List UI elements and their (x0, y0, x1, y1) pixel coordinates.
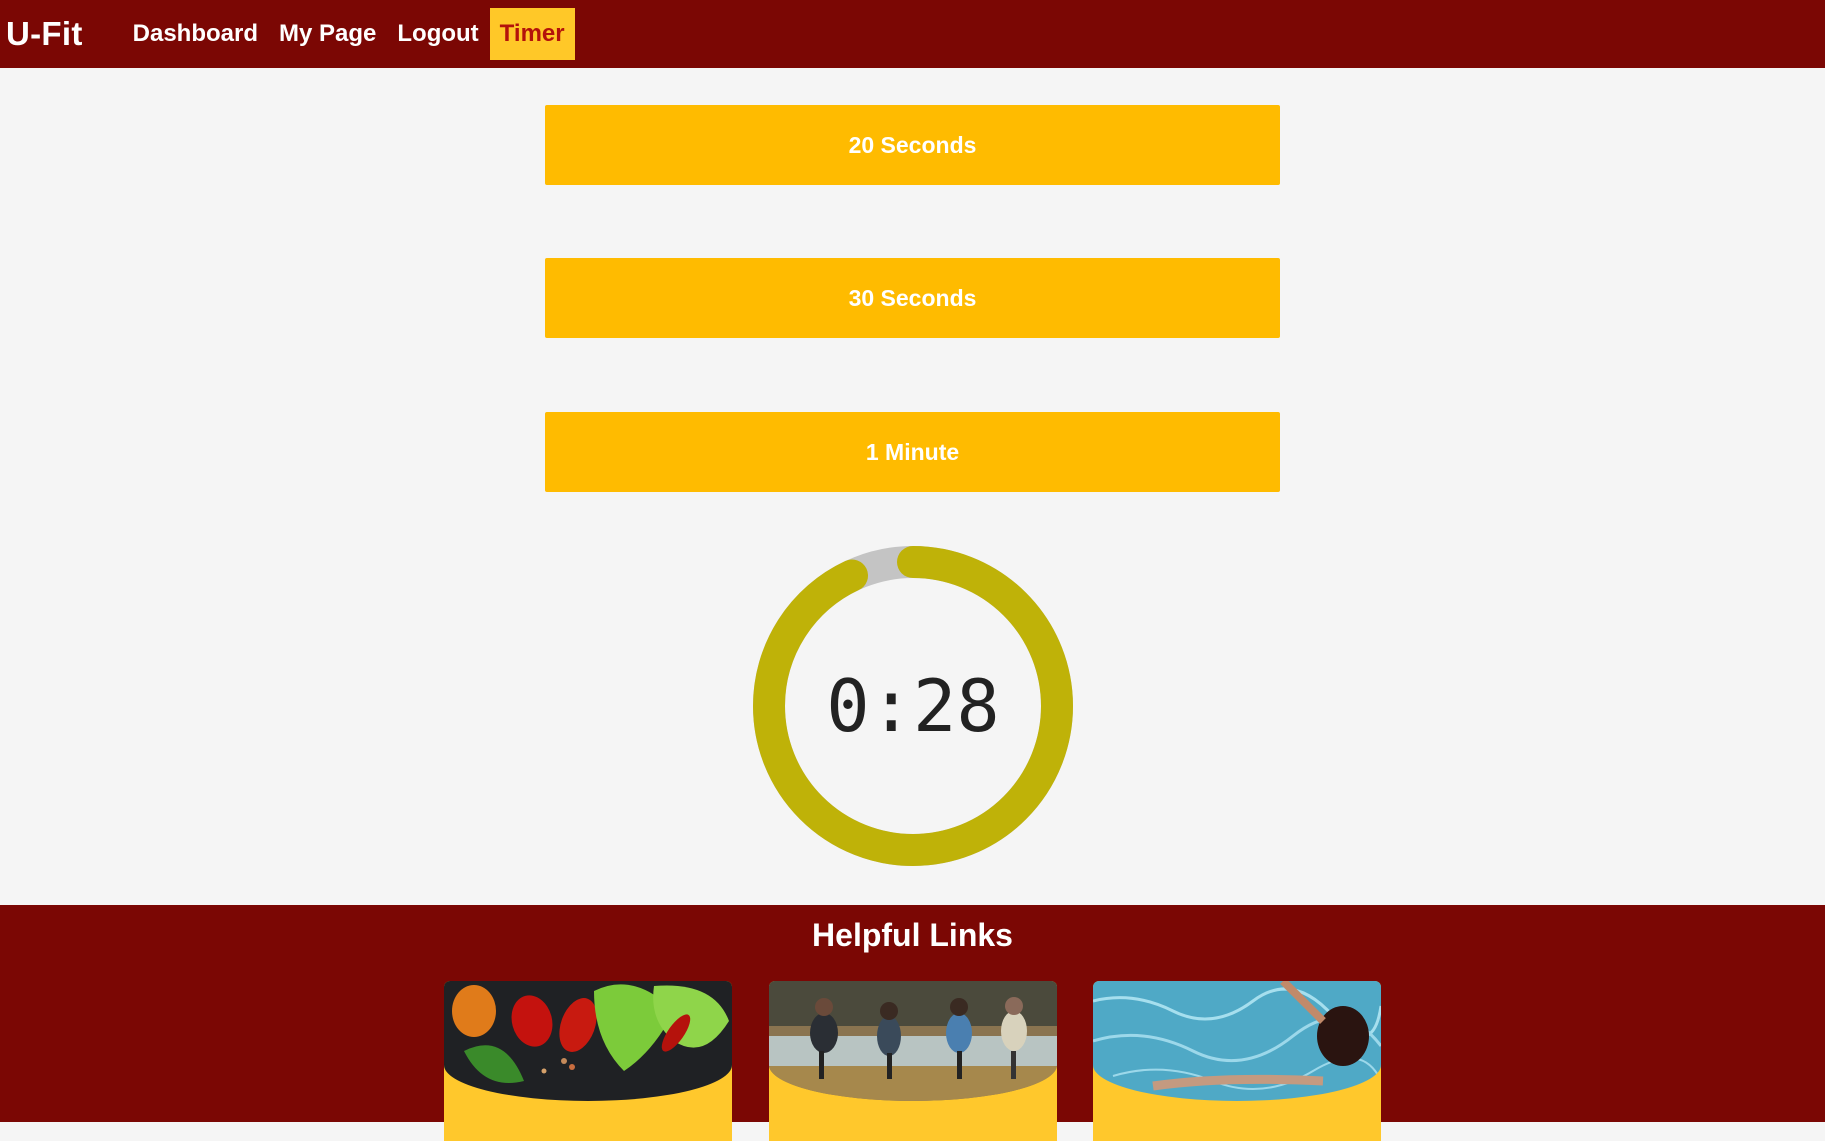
nav-link-my-page[interactable]: My Page (269, 8, 386, 60)
thirty-seconds-button[interactable]: 30 Seconds (545, 258, 1280, 338)
group-running-photo (769, 981, 1057, 1101)
helpful-link-card-nutrition[interactable] (444, 981, 732, 1141)
footer: Helpful Links (0, 905, 1825, 1141)
nav-link-logout[interactable]: Logout (387, 8, 488, 60)
helpful-link-card-running[interactable] (769, 981, 1057, 1141)
brand-logo[interactable]: U-Fit (6, 15, 83, 53)
vegetables-photo (444, 981, 732, 1101)
one-minute-button[interactable]: 1 Minute (545, 412, 1280, 492)
nav-link-dashboard[interactable]: Dashboard (123, 8, 268, 60)
helpful-link-card-swimming[interactable] (1093, 981, 1381, 1141)
twenty-seconds-button[interactable]: 20 Seconds (545, 105, 1280, 185)
timer-display: 0:28 (826, 664, 1000, 748)
nav-link-timer[interactable]: Timer (489, 8, 575, 60)
swimmer-pool-photo (1093, 981, 1381, 1101)
helpful-links-title: Helpful Links (812, 917, 1013, 953)
navbar: U-Fit Dashboard My Page Logout Timer (0, 0, 1825, 68)
countdown-timer: 0:28 (750, 543, 1076, 869)
